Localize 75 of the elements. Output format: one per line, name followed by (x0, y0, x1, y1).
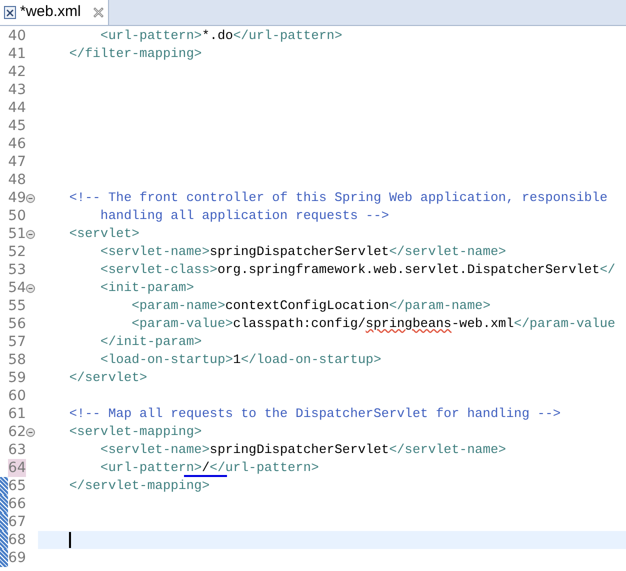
line-number: 55 (8, 297, 26, 315)
code-text: springDispatcherServlet (210, 243, 390, 262)
tab-label: *web.xml (20, 2, 81, 22)
xml-tag: <param-value> (132, 314, 234, 334)
line-number: 61 (8, 405, 26, 423)
collapse-icon[interactable] (26, 230, 35, 238)
collapse-icon[interactable] (26, 284, 35, 292)
line-number: 52 (8, 243, 26, 261)
xml-tag: <servlet-name> (100, 440, 210, 460)
code-text: org.springframework.web.servlet.DispatcherServlet (217, 261, 600, 280)
xml-tag: </param-value (514, 314, 616, 334)
line-number: 67 (8, 513, 26, 531)
text-cursor (69, 532, 72, 548)
code-text: classpath:config/ (233, 315, 366, 334)
line-number: 47 (8, 153, 26, 171)
line-number: 66 (8, 495, 26, 513)
code-text: / (202, 459, 210, 478)
xml-tag: </servlet-name> (389, 440, 506, 460)
xml-tag: </init-param> (100, 332, 202, 352)
xml-tag: </filter-mapping> (69, 44, 202, 64)
code-text: *.do (202, 27, 234, 46)
line-number: 43 (8, 81, 26, 99)
xml-tag: </servlet> (69, 368, 148, 388)
xml-tag: <url-pattern> (100, 458, 202, 478)
close-icon[interactable] (92, 7, 104, 18)
line-number: 49 (8, 189, 26, 207)
line-number: 42 (8, 63, 26, 81)
line-number: 58 (8, 351, 26, 369)
xml-tag: <servlet-mapping> (69, 422, 202, 442)
code-text: springDispatcherServlet (210, 441, 390, 460)
code-text: -web.xml (452, 315, 514, 334)
code-text: contextConfigLocation (225, 297, 390, 316)
code-comment: <!-- The front controller of this Spring Web application, responsible (69, 189, 608, 208)
xml-tag: </load-on-startup> (240, 350, 382, 370)
line-number: 57 (8, 333, 26, 351)
line-number: 59 (8, 369, 26, 387)
collapse-icon[interactable] (26, 194, 35, 202)
xml-tag: <url-pattern> (100, 26, 202, 46)
xml-tag: </url-pattern> (233, 26, 342, 46)
line-number: 45 (8, 117, 26, 135)
xml-tag: <servlet-name> (100, 242, 210, 262)
xml-tag: </url-pattern> (210, 458, 319, 478)
line-number: 65 (8, 477, 26, 495)
line-number: 68 (8, 531, 26, 549)
xml-tag: </ (600, 260, 616, 280)
line-number: 63 (8, 441, 26, 459)
line-number: 54 (8, 279, 26, 297)
line-number: 40 (8, 27, 26, 45)
line-number: 50 (8, 207, 26, 225)
line-number: 60 (8, 387, 26, 405)
code-comment: <!-- Map all requests to the DispatcherServlet for handling --> (69, 405, 561, 424)
line-number: 53 (8, 261, 26, 279)
line-number: 48 (8, 171, 26, 189)
line-number: 46 (8, 135, 26, 153)
line-number: 44 (8, 99, 26, 117)
code-text: 1 (233, 351, 241, 370)
line-number: 69 (8, 549, 26, 567)
line-number: 51 (8, 225, 26, 243)
xml-tag: <servlet> (69, 224, 140, 244)
xml-tag: </param-name> (389, 296, 490, 316)
line-number: 56 (8, 315, 26, 333)
xml-file-icon (4, 6, 16, 19)
code-comment: handling all application requests --> (100, 207, 390, 226)
editor-tab[interactable]: *web.xml (0, 0, 109, 25)
xml-tag: <init-param> (100, 278, 194, 298)
line-number: 41 (8, 45, 26, 63)
xml-tag: <load-on-startup> (100, 350, 234, 370)
xml-tag: <param-name> (132, 296, 226, 316)
xml-tag: </servlet-name> (389, 242, 506, 262)
line-number: 62 (8, 423, 26, 441)
xml-tag: </servlet-mapping> (69, 476, 210, 496)
line-number: 64 (8, 459, 26, 477)
xml-tag: <servlet-class> (100, 260, 218, 280)
collapse-icon[interactable] (26, 428, 35, 436)
misspelled-word: springbeans (366, 315, 452, 334)
